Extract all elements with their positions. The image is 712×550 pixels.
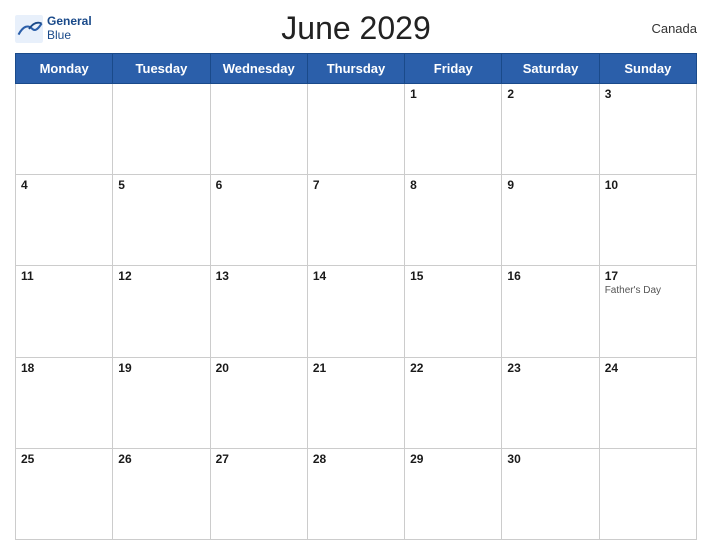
calendar-cell: 3 [599, 84, 696, 175]
calendar-cell: 24 [599, 357, 696, 448]
day-number: 9 [507, 178, 593, 192]
week-row-1: 123 [16, 84, 697, 175]
calendar-cell [113, 84, 210, 175]
day-number: 30 [507, 452, 593, 466]
calendar-cell [16, 84, 113, 175]
calendar-cell: 8 [405, 175, 502, 266]
day-number: 5 [118, 178, 204, 192]
day-header-wednesday: Wednesday [210, 54, 307, 84]
day-number: 13 [216, 269, 302, 283]
calendar-cell: 21 [307, 357, 404, 448]
day-number: 3 [605, 87, 691, 101]
calendar-header: General Blue June 2029 Canada [15, 10, 697, 47]
day-number: 27 [216, 452, 302, 466]
calendar-cell: 5 [113, 175, 210, 266]
week-row-3: 11 12 13 14 15 16 17 Father's Day [16, 266, 697, 357]
calendar-cell: 7 [307, 175, 404, 266]
day-header-sunday: Sunday [599, 54, 696, 84]
calendar-cell: 28 [307, 448, 404, 539]
day-number: 4 [21, 178, 107, 192]
day-number: 8 [410, 178, 496, 192]
day-number: 23 [507, 361, 593, 375]
country-label: Canada [651, 21, 697, 36]
day-header-saturday: Saturday [502, 54, 599, 84]
calendar-cell: 25 [16, 448, 113, 539]
day-number: 22 [410, 361, 496, 375]
calendar-cell: 16 [502, 266, 599, 357]
day-number: 14 [313, 269, 399, 283]
day-number: 28 [313, 452, 399, 466]
day-number: 25 [21, 452, 107, 466]
week-row-4: 18 19 20 21 22 23 24 [16, 357, 697, 448]
day-number: 6 [216, 178, 302, 192]
day-number: 21 [313, 361, 399, 375]
day-number: 10 [605, 178, 691, 192]
calendar-cell: 14 [307, 266, 404, 357]
day-number: 1 [410, 87, 496, 101]
calendar-cell: 30 [502, 448, 599, 539]
calendar-cell: 2 [502, 84, 599, 175]
calendar-cell: 6 [210, 175, 307, 266]
holiday-label: Father's Day [605, 285, 691, 297]
calendar-cell: 18 [16, 357, 113, 448]
calendar-cell: 17 Father's Day [599, 266, 696, 357]
calendar-cell: 9 [502, 175, 599, 266]
day-headers-row: MondayTuesdayWednesdayThursdayFridaySatu… [16, 54, 697, 84]
day-number: 7 [313, 178, 399, 192]
day-number: 11 [21, 269, 107, 283]
day-number: 26 [118, 452, 204, 466]
calendar-cell: 12 [113, 266, 210, 357]
day-number: 20 [216, 361, 302, 375]
calendar-cell: 20 [210, 357, 307, 448]
logo: General Blue [15, 15, 92, 43]
calendar-cell [599, 448, 696, 539]
day-header-friday: Friday [405, 54, 502, 84]
day-header-monday: Monday [16, 54, 113, 84]
calendar-cell: 4 [16, 175, 113, 266]
calendar-cell: 26 [113, 448, 210, 539]
day-number: 2 [507, 87, 593, 101]
day-number: 17 [605, 269, 691, 283]
calendar-cell: 11 [16, 266, 113, 357]
day-number: 18 [21, 361, 107, 375]
calendar-cell [307, 84, 404, 175]
day-number: 12 [118, 269, 204, 283]
calendar-cell: 13 [210, 266, 307, 357]
day-header-tuesday: Tuesday [113, 54, 210, 84]
day-number: 24 [605, 361, 691, 375]
calendar-cell [210, 84, 307, 175]
calendar-cell: 1 [405, 84, 502, 175]
calendar-cell: 15 [405, 266, 502, 357]
calendar-cell: 23 [502, 357, 599, 448]
day-number: 29 [410, 452, 496, 466]
calendar-cell: 27 [210, 448, 307, 539]
calendar-title: June 2029 [281, 10, 430, 47]
calendar-table: MondayTuesdayWednesdayThursdayFridaySatu… [15, 53, 697, 540]
logo-text: General Blue [47, 15, 92, 41]
generalblue-logo-icon [15, 15, 43, 43]
calendar-cell: 10 [599, 175, 696, 266]
calendar-cell: 29 [405, 448, 502, 539]
day-number: 15 [410, 269, 496, 283]
day-header-thursday: Thursday [307, 54, 404, 84]
week-row-5: 25 26 27 28 29 30 [16, 448, 697, 539]
calendar-cell: 19 [113, 357, 210, 448]
day-number: 19 [118, 361, 204, 375]
day-number: 16 [507, 269, 593, 283]
calendar-cell: 22 [405, 357, 502, 448]
week-row-2: 456789 10 [16, 175, 697, 266]
